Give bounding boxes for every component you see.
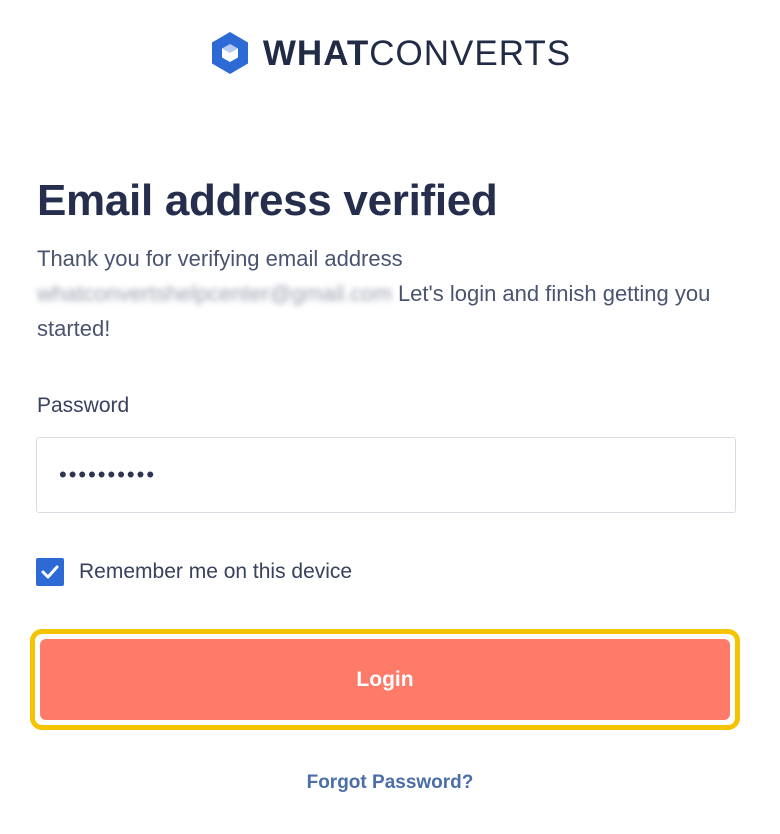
intro-text: Thank you for verifying email address wha… bbox=[37, 241, 737, 346]
remember-me-label: Remember me on this device bbox=[79, 560, 353, 583]
forgot-password-link[interactable]: Forgot Password? bbox=[0, 772, 780, 794]
remember-me-checkbox[interactable] bbox=[36, 558, 64, 586]
logo-text-bold: WHAT bbox=[262, 33, 370, 73]
login-button-highlight: Login bbox=[30, 629, 740, 730]
page-title: Email address verified bbox=[37, 176, 498, 225]
password-field[interactable] bbox=[36, 437, 736, 513]
checkmark-icon bbox=[41, 565, 59, 579]
login-button[interactable]: Login bbox=[40, 639, 730, 720]
logo-text-light: CONVERTS bbox=[369, 33, 572, 73]
remember-me-toggle[interactable]: Remember me on this device bbox=[36, 558, 352, 586]
logo-text: WHATCONVERTS bbox=[263, 36, 571, 71]
whatconverts-logo-icon bbox=[211, 32, 248, 74]
verified-email: whatconvertshelpcenter@gmail.com bbox=[37, 281, 392, 306]
password-label: Password bbox=[37, 394, 130, 417]
intro-before-email: Thank you for verifying email address bbox=[37, 246, 403, 271]
logo: WHATCONVERTS bbox=[0, 28, 780, 78]
